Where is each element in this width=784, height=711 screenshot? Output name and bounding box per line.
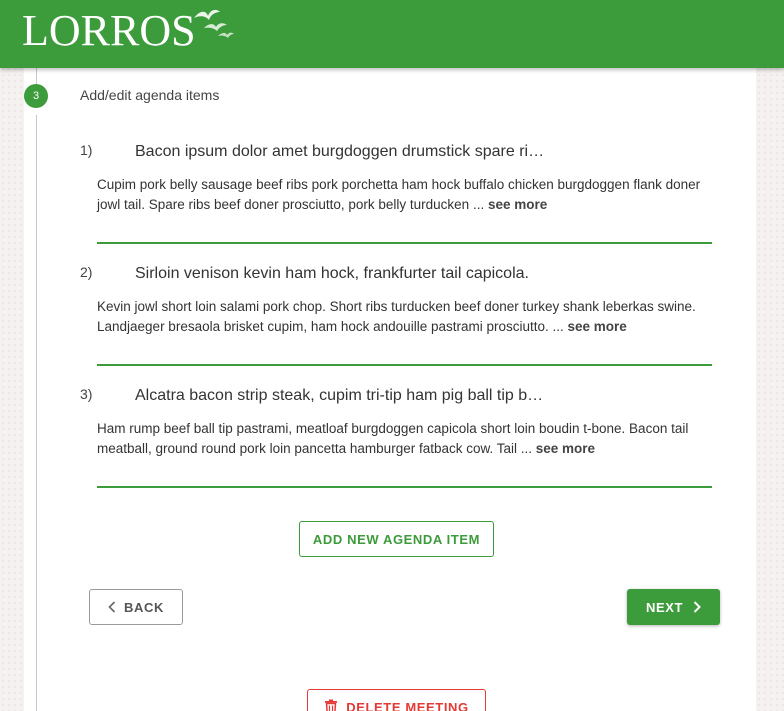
agenda-item-description: Ham rump beef ball tip pastrami, meatloa… xyxy=(97,419,712,459)
see-more-link[interactable]: see more xyxy=(536,441,595,456)
agenda-item-title[interactable]: Sirloin venison kevin ham hock, frankfur… xyxy=(135,264,529,284)
agenda-item[interactable]: 1) Bacon ipsum dolor amet burgdoggen dru… xyxy=(80,142,712,246)
agenda-item-underline xyxy=(97,242,712,244)
agenda-item-title[interactable]: Bacon ipsum dolor amet burgdoggen drumst… xyxy=(135,142,544,162)
birds-icon xyxy=(193,9,234,38)
logo-text: LORROS xyxy=(22,6,196,55)
agenda-item-description-text: Cupim pork belly sausage beef ribs pork … xyxy=(97,177,701,212)
agenda-item-description-text: Ham rump beef ball tip pastrami, meatloa… xyxy=(97,421,689,456)
delete-meeting-label: DELETE MEETING xyxy=(346,699,469,711)
logo[interactable]: LORROS xyxy=(22,6,236,56)
add-agenda-item-label: ADD NEW AGENDA ITEM xyxy=(312,531,481,547)
back-label: BACK xyxy=(124,599,164,615)
back-button[interactable]: BACK xyxy=(89,589,183,625)
next-button[interactable]: NEXT xyxy=(627,589,720,625)
chevron-right-icon xyxy=(693,601,701,613)
step-title: Add/edit agenda items xyxy=(80,87,220,103)
next-label: NEXT xyxy=(645,599,684,615)
agenda-item-description: Kevin jowl short loin salami pork chop. … xyxy=(97,297,712,337)
agenda-item[interactable]: 3) Alcatra bacon strip steak, cupim tri-… xyxy=(80,386,712,490)
delete-meeting-button[interactable]: DELETE MEETING xyxy=(307,689,486,711)
agenda-item[interactable]: 2) Sirloin venison kevin ham hock, frank… xyxy=(80,264,712,368)
agenda-item-title[interactable]: Alcatra bacon strip steak, cupim tri-tip… xyxy=(135,386,543,406)
agenda-item-description: Cupim pork belly sausage beef ribs pork … xyxy=(97,175,712,215)
add-agenda-item-button[interactable]: ADD NEW AGENDA ITEM xyxy=(299,521,494,557)
step-number-badge: 3 xyxy=(24,84,48,108)
trash-icon xyxy=(324,699,338,711)
agenda-item-number: 3) xyxy=(80,386,93,402)
agenda-item-number: 2) xyxy=(80,264,93,280)
agenda-item-underline xyxy=(97,486,712,488)
agenda-item-underline xyxy=(97,364,712,366)
agenda-item-number: 1) xyxy=(80,142,93,158)
see-more-link[interactable]: see more xyxy=(488,197,547,212)
stepper-line xyxy=(36,115,37,711)
app-header: LORROS xyxy=(0,0,784,68)
chevron-left-icon xyxy=(108,601,116,613)
see-more-link[interactable]: see more xyxy=(568,319,627,334)
stepper-line-top xyxy=(36,68,37,84)
